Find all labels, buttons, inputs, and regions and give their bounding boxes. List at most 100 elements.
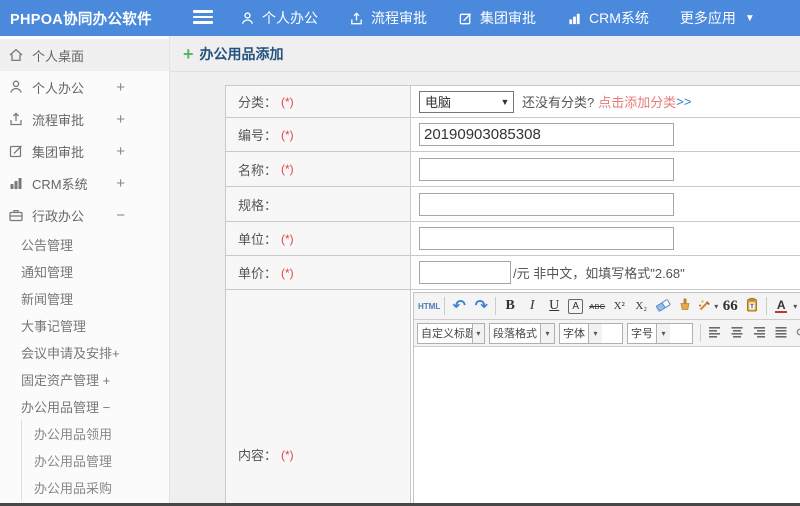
app-logo: PHPOA协同办公软件 <box>10 11 152 28</box>
no-category-note: 还没有分类? <box>522 95 595 110</box>
sidebar-item-workflow-approval[interactable]: 流程审批 + <box>0 103 169 135</box>
sidebar-item-supplies-manage[interactable]: 办公用品管理 <box>22 447 169 474</box>
category-select[interactable]: 电脑 ▼ <box>419 90 514 113</box>
sidebar-item-group-approval[interactable]: 集团审批 + <box>0 135 169 167</box>
sidebar-item-admin-office[interactable]: 行政办公 − <box>0 199 169 231</box>
nav-more-apps[interactable]: 更多应用 ▼ <box>680 8 755 28</box>
sidebar-item-label: 办公用品管理 <box>34 454 113 469</box>
caret-down-icon: ▾ <box>471 323 484 343</box>
undo-button[interactable]: ↶ <box>449 296 469 317</box>
expand-plus-icon[interactable]: + <box>116 79 125 96</box>
editor-toolbar-row1: HTML ↶ ↷ B I U A ABC X² X₂ ▾ 66 A ▾ <box>414 293 800 320</box>
eraser-icon <box>655 297 671 316</box>
field-value-name <box>411 152 800 187</box>
superscript-button[interactable]: X² <box>609 296 629 317</box>
nav-personal-office[interactable]: 个人办公 <box>240 8 318 28</box>
font-size-dropdown[interactable]: 字号 ▾ <box>627 322 693 344</box>
required-mark: (*) <box>281 447 294 462</box>
paste-plain-text-button[interactable] <box>742 296 762 317</box>
sidebar-item-label: 办公用品管理 − <box>21 400 111 415</box>
sidebar-item-personal-desktop[interactable]: 个人桌面 <box>0 39 169 71</box>
magic-brush-icon <box>697 297 713 316</box>
expand-plus-icon[interactable]: + <box>116 111 125 128</box>
required-mark: (*) <box>281 94 294 109</box>
add-plus-icon: + <box>183 43 194 64</box>
sidebar-item-crm-system[interactable]: CRM系统 + <box>0 167 169 199</box>
justify-button[interactable] <box>771 323 791 344</box>
caret-down-icon: ▾ <box>588 323 602 343</box>
person-icon <box>8 79 24 95</box>
required-mark: (*) <box>281 127 294 142</box>
eraser-button[interactable] <box>653 296 673 317</box>
autotypeset-brush-button[interactable]: ▾ <box>697 296 718 317</box>
code-input[interactable] <box>419 123 674 146</box>
field-label-category: 分类： (*) <box>226 86 411 118</box>
name-input[interactable] <box>419 157 674 181</box>
nav-label: 集团审批 <box>480 10 536 26</box>
sidebar-item-office-supplies-mgmt[interactable]: 办公用品管理 − <box>0 393 169 420</box>
sidebar-item-meeting-mgmt[interactable]: 会议申请及安排+ <box>0 339 169 366</box>
editor-content-area[interactable] <box>414 347 800 503</box>
bar-chart-icon <box>567 11 582 26</box>
html-source-button[interactable]: HTML <box>418 296 440 317</box>
blockquote-button[interactable]: 66 <box>720 296 740 317</box>
bold-button[interactable]: B <box>500 296 520 317</box>
field-value-content: HTML ↶ ↷ B I U A ABC X² X₂ ▾ 66 A ▾ 自定义标… <box>411 290 800 503</box>
underline-button[interactable]: U <box>544 296 564 317</box>
sidebar-item-label: 会议申请及安排+ <box>21 346 120 361</box>
sidebar-item-label: 个人办公 <box>32 80 85 96</box>
nav-group-approval[interactable]: 集团审批 <box>458 8 536 28</box>
edit-icon <box>8 143 24 159</box>
field-label-unit: 单位： (*) <box>226 222 411 256</box>
italic-button[interactable]: I <box>522 296 542 317</box>
sidebar-item-events-mgmt[interactable]: 大事记管理 <box>0 312 169 339</box>
required-mark: (*) <box>281 265 294 280</box>
redo-button[interactable]: ↷ <box>471 296 491 317</box>
sidebar-item-supplies-purchase[interactable]: 办公用品采购 <box>22 474 169 501</box>
page-title: 办公用品添加 <box>199 45 284 62</box>
strikethrough-button[interactable]: ABC <box>587 296 607 317</box>
align-right-button[interactable] <box>749 323 769 344</box>
font-color-button[interactable]: A <box>771 296 791 317</box>
sidebar-item-label: 流程审批 <box>32 112 85 128</box>
format-painter-button[interactable] <box>675 296 695 317</box>
add-category-link[interactable]: 点击添加分类 <box>598 92 676 111</box>
expand-plus-icon[interactable]: + <box>116 175 125 192</box>
toolbar-separator <box>700 324 701 342</box>
nav-workflow-approval[interactable]: 流程审批 <box>349 8 427 28</box>
insert-link-button[interactable] <box>793 323 800 344</box>
sidebar: 个人桌面 个人办公 + 流程审批 + 集团审批 + CRM系统 + 行政办公 −… <box>0 36 170 503</box>
menu-toggle-icon[interactable] <box>193 10 213 26</box>
sidebar-subgroup-office-supplies: 办公用品领用 办公用品管理 办公用品采购 <box>21 420 169 501</box>
nav-crm-system[interactable]: CRM系统 <box>567 8 649 28</box>
sidebar-item-announcement-mgmt[interactable]: 公告管理 <box>0 231 169 258</box>
add-category-link-arrows[interactable]: >> <box>676 94 691 109</box>
align-center-button[interactable] <box>727 323 747 344</box>
toolbar-separator <box>766 297 768 315</box>
sidebar-item-personal-office[interactable]: 个人办公 + <box>0 71 169 103</box>
spec-input[interactable] <box>419 192 674 216</box>
font-family-dropdown[interactable]: 字体 ▾ <box>559 322 623 344</box>
align-left-button[interactable] <box>705 323 725 344</box>
caret-down-icon: ▾ <box>714 301 719 311</box>
sidebar-item-notice-mgmt[interactable]: 通知管理 <box>0 258 169 285</box>
sidebar-item-fixed-assets-mgmt[interactable]: 固定资产管理 + <box>0 366 169 393</box>
supply-add-form: 分类： (*) 电脑 ▼ 还没有分类? 点击添加分类 >> 编号： (*) 20… <box>225 85 800 503</box>
sidebar-item-news-mgmt[interactable]: 新闻管理 <box>0 285 169 312</box>
expand-plus-icon[interactable]: + <box>116 143 125 160</box>
price-input[interactable] <box>419 261 511 284</box>
unit-input[interactable] <box>419 227 674 250</box>
field-value-unit <box>411 222 800 256</box>
field-label-content: 内容： (*) <box>226 290 411 503</box>
custom-title-dropdown[interactable]: 自定义标题 ▾ <box>417 322 485 344</box>
paragraph-format-dropdown[interactable]: 段落格式 ▾ <box>489 322 555 344</box>
sidebar-item-label: CRM系统 <box>32 176 88 192</box>
collapse-minus-icon[interactable]: − <box>116 207 125 224</box>
share-up-icon <box>349 11 364 26</box>
home-icon <box>8 47 24 63</box>
subscript-button[interactable]: X₂ <box>631 296 651 317</box>
sidebar-item-supplies-claim[interactable]: 办公用品领用 <box>22 420 169 447</box>
justify-icon <box>773 324 789 343</box>
field-value-code <box>411 118 800 152</box>
autotypeset-button[interactable]: A <box>568 298 584 314</box>
